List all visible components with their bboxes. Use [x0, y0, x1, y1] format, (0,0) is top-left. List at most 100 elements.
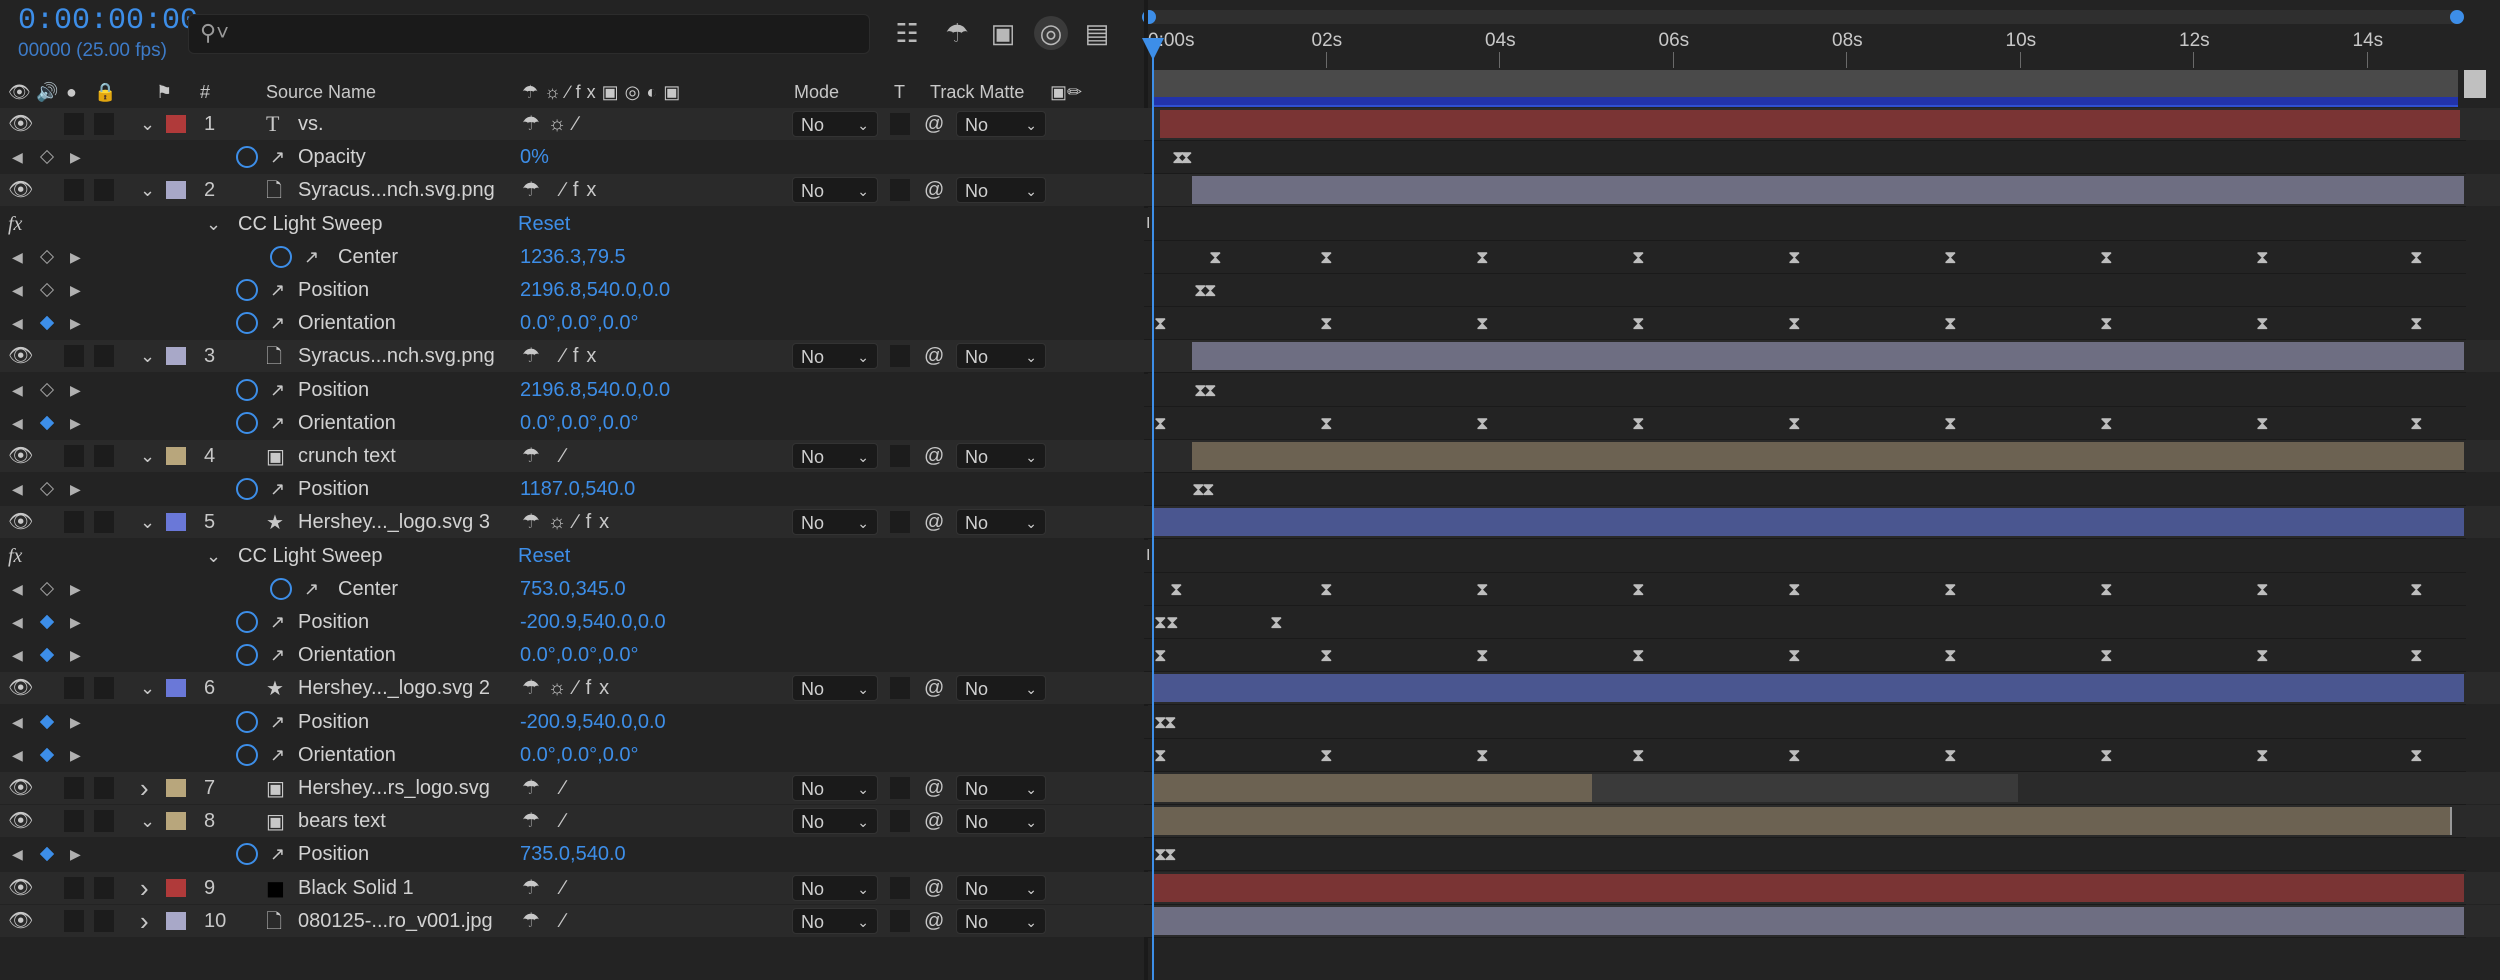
blend-mode-dropdown[interactable]: No ⌄: [792, 443, 878, 469]
label-header-icon[interactable]: ⚑: [156, 78, 172, 106]
solo-header-icon[interactable]: ●: [66, 78, 77, 106]
stopwatch-icon[interactable]: [236, 411, 258, 434]
lock-header-icon[interactable]: 🔒: [94, 78, 116, 106]
keyframe-marker[interactable]: ⧗: [2410, 579, 2423, 599]
keyframe-marker[interactable]: ⧗: [2100, 413, 2113, 433]
keyframe-marker[interactable]: ⧗: [1944, 413, 1957, 433]
next-keyframe-icon[interactable]: ▶: [70, 606, 81, 638]
property-value[interactable]: -200.9,540.0,0.0: [520, 706, 666, 738]
keyframe-marker[interactable]: ⧗: [1476, 247, 1489, 267]
keyframe-marker[interactable]: ⧗: [2410, 413, 2423, 433]
chevron-right-icon[interactable]: ›: [140, 872, 149, 904]
keyframe-marker[interactable]: ⧗: [1320, 645, 1333, 665]
keyframe-marker[interactable]: ⧗: [1788, 313, 1801, 333]
lock-switch[interactable]: [94, 445, 114, 467]
preserve-transparency-switch[interactable]: [890, 777, 910, 799]
property-value[interactable]: 1187.0,540.0: [520, 473, 635, 505]
track-matte-dropdown[interactable]: No ⌄: [956, 808, 1046, 835]
chevron-down-icon[interactable]: ⌄: [140, 440, 155, 472]
keyframe-marker[interactable]: ⧗: [1788, 413, 1801, 433]
preserve-transparency-switch[interactable]: [890, 876, 910, 899]
keyframe-marker[interactable]: ⧗: [2100, 645, 2113, 665]
layer-name[interactable]: Black Solid 1: [298, 872, 414, 904]
property-value[interactable]: 0%: [520, 141, 549, 173]
preserve-transparency-switch[interactable]: [890, 511, 910, 534]
audio-switch[interactable]: [64, 777, 84, 799]
keyframe-marker[interactable]: ⧗: [1944, 247, 1957, 267]
visibility-eye-icon[interactable]: 👁: [8, 174, 33, 206]
chevron-down-icon[interactable]: ⌄: [140, 340, 155, 372]
chevron-down-icon[interactable]: ⌄: [140, 506, 155, 538]
layer-duration-bar[interactable]: [1192, 442, 2464, 470]
keyframe-marker[interactable]: ⧗: [1320, 313, 1333, 333]
keyframe-marker[interactable]: ⧗: [2256, 313, 2269, 333]
keyframe-marker[interactable]: ⧗: [1788, 247, 1801, 267]
keyframe-marker[interactable]: ⧗: [1476, 313, 1489, 333]
visibility-eye-icon[interactable]: 👁: [8, 340, 33, 372]
keyframe-marker[interactable]: ⧗: [1209, 247, 1222, 267]
chevron-down-icon[interactable]: ⌄: [206, 540, 221, 572]
matte-switch-header-icon[interactable]: ▣✏: [1050, 78, 1082, 106]
previous-keyframe-icon[interactable]: ◀: [12, 606, 23, 638]
previous-keyframe-icon[interactable]: ◀: [12, 739, 23, 771]
layer-duration-bar[interactable]: [1154, 873, 2464, 902]
graph-icon[interactable]: ↗: [270, 473, 285, 505]
audio-header-icon[interactable]: 🔊: [36, 78, 58, 106]
layer-row[interactable]: 👁 ⌄ 4 ▣ crunch text ☂ ∕ No ⌄ @ No ⌄: [0, 440, 2500, 472]
fx-icon[interactable]: fx: [8, 208, 22, 240]
chevron-right-icon[interactable]: ›: [140, 772, 149, 804]
visibility-eye-icon[interactable]: 👁: [8, 872, 33, 904]
blend-mode-dropdown[interactable]: No ⌄: [792, 675, 878, 702]
keyframe-marker[interactable]: ⧗: [2100, 745, 2113, 765]
audio-switch[interactable]: [64, 179, 84, 202]
layer-duration-bar[interactable]: [1192, 342, 2464, 371]
layer-switches[interactable]: ☂ ∕: [522, 805, 573, 837]
next-keyframe-icon[interactable]: ▶: [70, 838, 81, 870]
keyframe-marker[interactable]: ⧗: [1476, 645, 1489, 665]
audio-switch[interactable]: [64, 445, 84, 467]
previous-keyframe-icon[interactable]: ◀: [12, 307, 23, 339]
keyframe-marker[interactable]: ⧗: [2410, 645, 2423, 665]
keyframe-marker[interactable]: ⧗: [2410, 313, 2423, 333]
t-column-header[interactable]: T: [894, 78, 905, 106]
chevron-down-icon[interactable]: ⌄: [140, 174, 155, 206]
property-value[interactable]: 1236.3,79.5: [520, 241, 626, 273]
matte-link-icon[interactable]: @: [924, 872, 944, 904]
stopwatch-icon[interactable]: [236, 611, 258, 633]
label-color-swatch[interactable]: [166, 812, 186, 831]
video-visibility-header-icon[interactable]: 👁: [8, 78, 31, 106]
keyframe-marker[interactable]: ⧗: [1154, 413, 1167, 433]
next-keyframe-icon[interactable]: ▶: [70, 407, 81, 439]
layer-name[interactable]: crunch text: [298, 440, 396, 472]
composition-flowchart-icon[interactable]: ☷: [890, 16, 924, 50]
layer-row[interactable]: 👁 › 7 ▣ Hershey...rs_logo.svg ☂ ∕ No ⌄ @ No ⌄: [0, 772, 2500, 804]
lock-switch[interactable]: [94, 511, 114, 534]
keyframe-marker[interactable]: ⧗: [1632, 247, 1645, 267]
next-keyframe-icon[interactable]: ▶: [70, 241, 81, 273]
visibility-eye-icon[interactable]: 👁: [8, 672, 33, 704]
draft-3d-icon[interactable]: ☂: [940, 16, 974, 50]
motion-blur-icon[interactable]: ◎: [1034, 16, 1068, 50]
layer-switches[interactable]: ☂ ∕fx: [522, 340, 604, 372]
layer-switches[interactable]: ☂ ∕: [522, 905, 573, 937]
previous-keyframe-icon[interactable]: ◀: [12, 407, 23, 439]
label-color-swatch[interactable]: [166, 911, 186, 930]
property-value[interactable]: 0.0°,0.0°,0.0°: [520, 407, 639, 439]
graph-icon[interactable]: ↗: [270, 706, 285, 738]
layer-row[interactable]: 👁 › 10 🗋 080125-...ro_v001.jpg ☂ ∕ No ⌄ @ No ⌄: [0, 904, 2500, 937]
next-keyframe-icon[interactable]: ▶: [70, 739, 81, 771]
next-keyframe-icon[interactable]: ▶: [70, 639, 81, 671]
stopwatch-icon[interactable]: [236, 843, 258, 866]
keyframe-toggle[interactable]: [39, 482, 55, 497]
previous-keyframe-icon[interactable]: ◀: [12, 639, 23, 671]
label-color-swatch[interactable]: [166, 115, 186, 133]
layer-row[interactable]: 👁 ⌄ 8 ▣ bears text ☂ ∕ No ⌄ @ No ⌄: [0, 805, 2500, 838]
switches-header-icons[interactable]: ☂☼∕fx▣◎◐▣: [522, 78, 686, 106]
graph-icon[interactable]: ↗: [270, 274, 285, 306]
keyframe-marker[interactable]: ⧗: [1164, 712, 1177, 732]
graph-icon[interactable]: ↗: [304, 573, 319, 605]
layer-name[interactable]: Syracus...nch.svg.png: [298, 340, 495, 372]
current-time-display[interactable]: 0:00:00:00: [18, 4, 198, 38]
blend-mode-dropdown[interactable]: No ⌄: [792, 343, 878, 370]
visibility-eye-icon[interactable]: 👁: [8, 440, 33, 472]
